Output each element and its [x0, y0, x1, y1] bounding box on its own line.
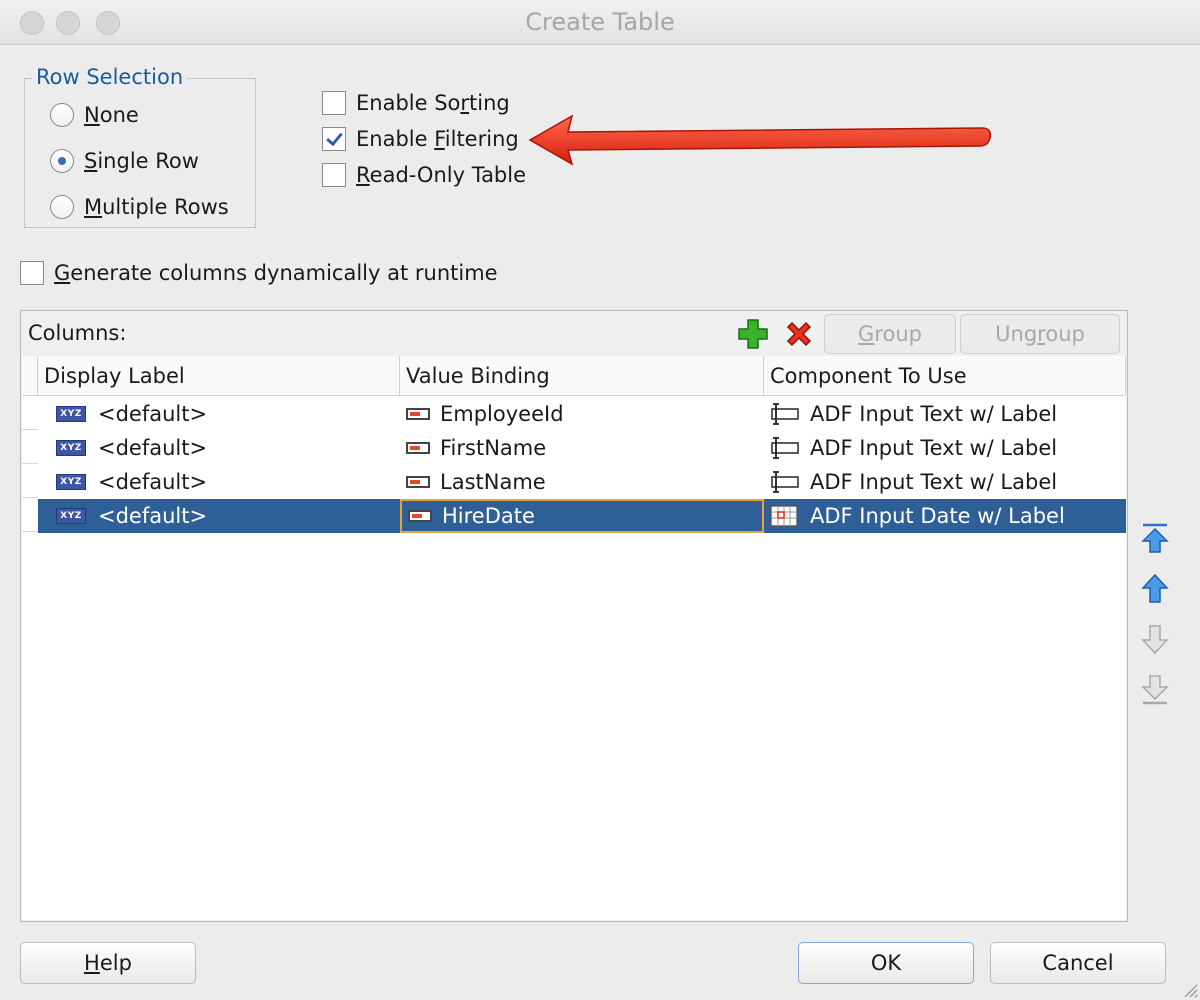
read-only-table-checkbox[interactable]: Read-Only Table [322, 161, 526, 189]
table-row[interactable]: XYZ <default> FirstName ADF Input Text w… [38, 431, 1126, 465]
read-only-table-box[interactable] [322, 163, 346, 187]
value-binding-text: FirstName [440, 436, 547, 460]
title-bar: Create Table [0, 0, 1200, 45]
enable-filtering-box[interactable] [322, 127, 346, 151]
value-binding-cell[interactable]: EmployeeId [400, 397, 764, 431]
move-to-bottom-icon[interactable] [1140, 672, 1170, 706]
xyz-icon: XYZ [56, 406, 86, 422]
radio-none[interactable]: None [50, 101, 139, 129]
move-up-icon[interactable] [1140, 572, 1170, 606]
delete-icon [786, 321, 812, 347]
radio-single-row-indicator[interactable] [50, 149, 74, 173]
ungroup-button-label: Ungroup [995, 322, 1085, 346]
radio-multiple-rows-indicator[interactable] [50, 195, 74, 219]
header-value-binding[interactable]: Value Binding [400, 356, 764, 396]
value-binding-text: LastName [440, 470, 546, 494]
table-row-selected[interactable]: XYZ <default> HireDate ADF Input Date w/… [38, 499, 1126, 533]
row-selection-legend: Row Selection [32, 65, 188, 89]
group-button[interactable]: Group [824, 314, 956, 354]
header-component-to-use[interactable]: Component To Use [764, 356, 1126, 396]
component-cell[interactable]: ADF Input Text w/ Label [764, 431, 1126, 465]
component-cell[interactable]: ADF Input Text w/ Label [764, 397, 1126, 431]
header-display-label[interactable]: Display Label [38, 356, 400, 396]
value-binding-text: EmployeeId [440, 402, 564, 426]
table-row[interactable]: XYZ <default> EmployeeId ADF Input Text … [38, 397, 1126, 431]
binding-icon [406, 442, 430, 454]
value-binding-cell[interactable]: FirstName [400, 431, 764, 465]
ungroup-button[interactable]: Ungroup [960, 314, 1120, 354]
window-title: Create Table [525, 8, 675, 36]
generate-columns-label: Generate columns dynamically at runtime [54, 261, 498, 285]
radio-single-row[interactable]: Single Row [50, 147, 199, 175]
display-label-cell[interactable]: XYZ <default> [38, 397, 400, 431]
read-only-table-label: Read-Only Table [356, 163, 527, 187]
component-cell[interactable]: ADF Input Date w/ Label [764, 499, 1126, 533]
enable-filtering-checkbox[interactable]: Enable Filtering [322, 125, 519, 153]
xyz-icon: XYZ [56, 508, 86, 524]
xyz-icon: XYZ [56, 474, 86, 490]
row-header-corner [22, 356, 38, 396]
columns-label: Columns: [28, 321, 127, 345]
radio-multiple-rows[interactable]: Multiple Rows [50, 193, 229, 221]
input-text-icon [771, 437, 799, 459]
radio-none-label: None [84, 103, 139, 127]
display-label-text: <default> [98, 436, 208, 460]
display-label-cell[interactable]: XYZ <default> [38, 499, 400, 533]
row-gutter [22, 396, 38, 532]
component-cell[interactable]: ADF Input Text w/ Label [764, 465, 1126, 499]
help-button[interactable]: Help [20, 942, 196, 984]
group-button-label: Group [858, 322, 922, 346]
input-text-icon [771, 471, 799, 493]
display-label-cell[interactable]: XYZ <default> [38, 431, 400, 465]
value-binding-text: HireDate [442, 504, 535, 528]
add-column-button[interactable] [736, 317, 770, 351]
component-text: ADF Input Date w/ Label [810, 504, 1065, 528]
binding-icon [406, 476, 430, 488]
enable-sorting-label: Enable Sorting [356, 91, 510, 115]
display-label-text: <default> [98, 504, 208, 528]
display-label-cell[interactable]: XYZ <default> [38, 465, 400, 499]
ok-button[interactable]: OK [798, 942, 974, 984]
radio-single-row-label: Single Row [84, 149, 199, 173]
display-label-text: <default> [98, 470, 208, 494]
move-down-icon[interactable] [1140, 622, 1170, 656]
annotation-arrow-icon [528, 114, 992, 166]
component-text: ADF Input Text w/ Label [810, 402, 1058, 426]
calendar-icon [770, 505, 798, 527]
enable-filtering-label: Enable Filtering [356, 127, 519, 151]
radio-multiple-rows-label: Multiple Rows [84, 195, 229, 219]
component-text: ADF Input Text w/ Label [810, 470, 1058, 494]
xyz-icon: XYZ [56, 440, 86, 456]
cancel-button[interactable]: Cancel [990, 942, 1166, 984]
binding-icon [408, 510, 432, 522]
move-to-top-icon[interactable] [1140, 522, 1170, 556]
help-button-label: Help [84, 951, 132, 975]
input-text-icon [771, 403, 799, 425]
columns-table: Display Label Value Binding Component To… [22, 356, 1126, 920]
add-icon [738, 319, 768, 349]
table-row[interactable]: XYZ <default> LastName ADF Input Text w/… [38, 465, 1126, 499]
generate-columns-box[interactable] [20, 261, 44, 285]
generate-columns-checkbox[interactable]: Generate columns dynamically at runtime [20, 259, 498, 287]
display-label-text: <default> [98, 402, 208, 426]
radio-none-indicator[interactable] [50, 103, 74, 127]
resize-grip-icon[interactable] [1180, 980, 1198, 998]
delete-column-button[interactable] [782, 317, 816, 351]
value-binding-cell[interactable]: LastName [400, 465, 764, 499]
value-binding-cell[interactable]: HireDate [400, 499, 764, 533]
enable-sorting-box[interactable] [322, 91, 346, 115]
binding-icon [406, 408, 430, 420]
enable-sorting-checkbox[interactable]: Enable Sorting [322, 89, 510, 117]
component-text: ADF Input Text w/ Label [810, 436, 1058, 460]
